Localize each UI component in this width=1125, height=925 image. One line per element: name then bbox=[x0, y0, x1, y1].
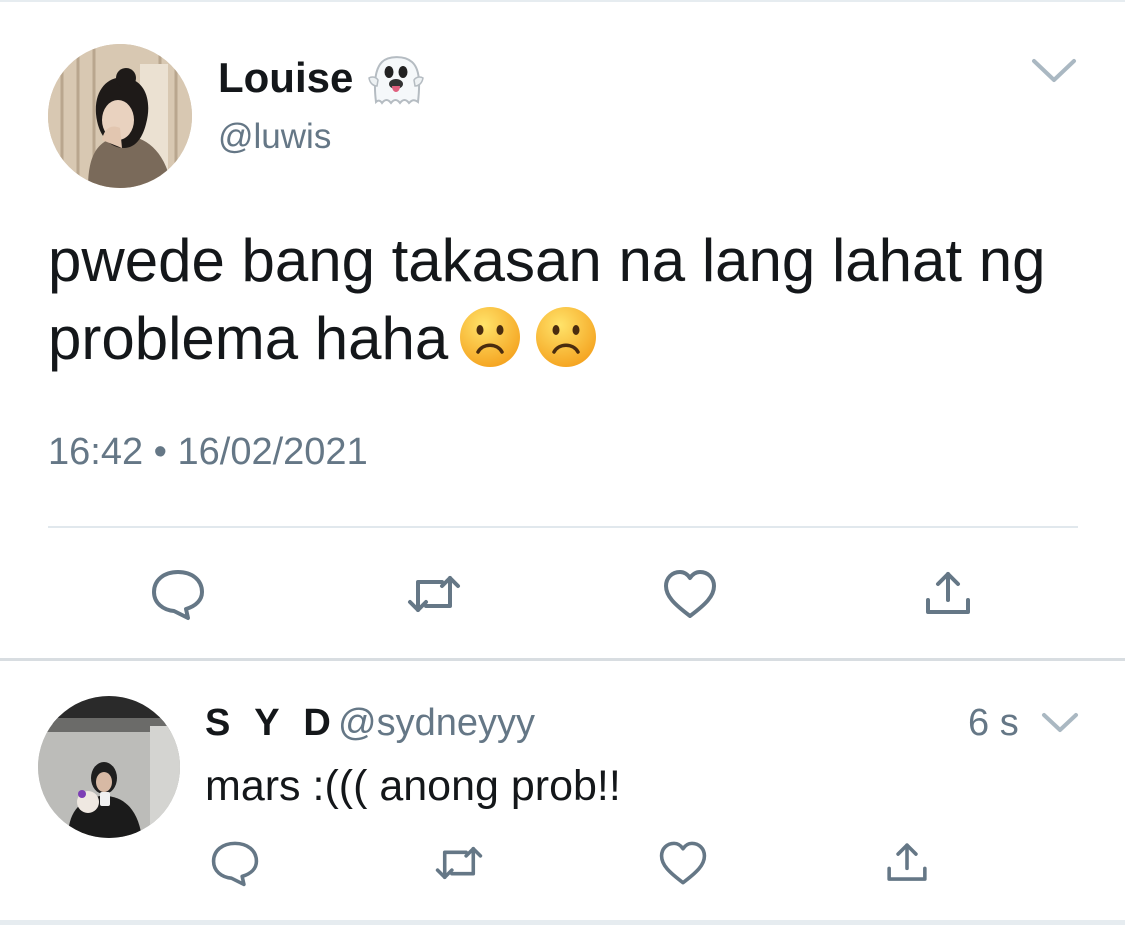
tweet-text: pwede bang takasan na lang lahat ng prob… bbox=[48, 222, 1058, 378]
reply-avatar[interactable] bbox=[38, 696, 180, 838]
bottom-divider bbox=[0, 920, 1125, 925]
frowning-face-emoji bbox=[460, 307, 521, 367]
like-icon[interactable] bbox=[660, 566, 720, 622]
handle[interactable]: @luwis bbox=[218, 116, 331, 158]
share-icon[interactable] bbox=[880, 838, 934, 888]
chevron-down-icon[interactable] bbox=[1040, 710, 1080, 736]
display-name[interactable]: Louise bbox=[218, 52, 353, 104]
reply-avatar-photo bbox=[38, 696, 180, 838]
ghost-emoji bbox=[368, 52, 424, 106]
like-icon[interactable] bbox=[656, 838, 710, 888]
avatar-photo bbox=[48, 44, 192, 188]
reply-text: mars :((( anong prob!! bbox=[205, 762, 621, 810]
chevron-down-icon[interactable] bbox=[1030, 56, 1078, 86]
reply-time[interactable]: 6 s bbox=[968, 700, 1019, 746]
thread-separator bbox=[0, 658, 1125, 661]
divider bbox=[48, 526, 1078, 528]
avatar[interactable] bbox=[48, 44, 192, 188]
reply-display-name[interactable]: S Y D bbox=[205, 700, 338, 746]
reply-icon[interactable] bbox=[208, 838, 262, 888]
reply-icon[interactable] bbox=[148, 566, 208, 622]
share-icon[interactable] bbox=[918, 566, 978, 622]
retweet-icon[interactable] bbox=[432, 838, 486, 888]
retweet-icon[interactable] bbox=[404, 566, 464, 622]
frowning-face-emoji bbox=[536, 307, 597, 367]
main-tweet: Louise @luwis pwede bang takasan na lang… bbox=[0, 0, 1125, 660]
tweet-timestamp[interactable]: 16:42 • 16/02/2021 bbox=[48, 428, 368, 476]
reply-handle[interactable]: @sydneyyy bbox=[338, 700, 535, 746]
